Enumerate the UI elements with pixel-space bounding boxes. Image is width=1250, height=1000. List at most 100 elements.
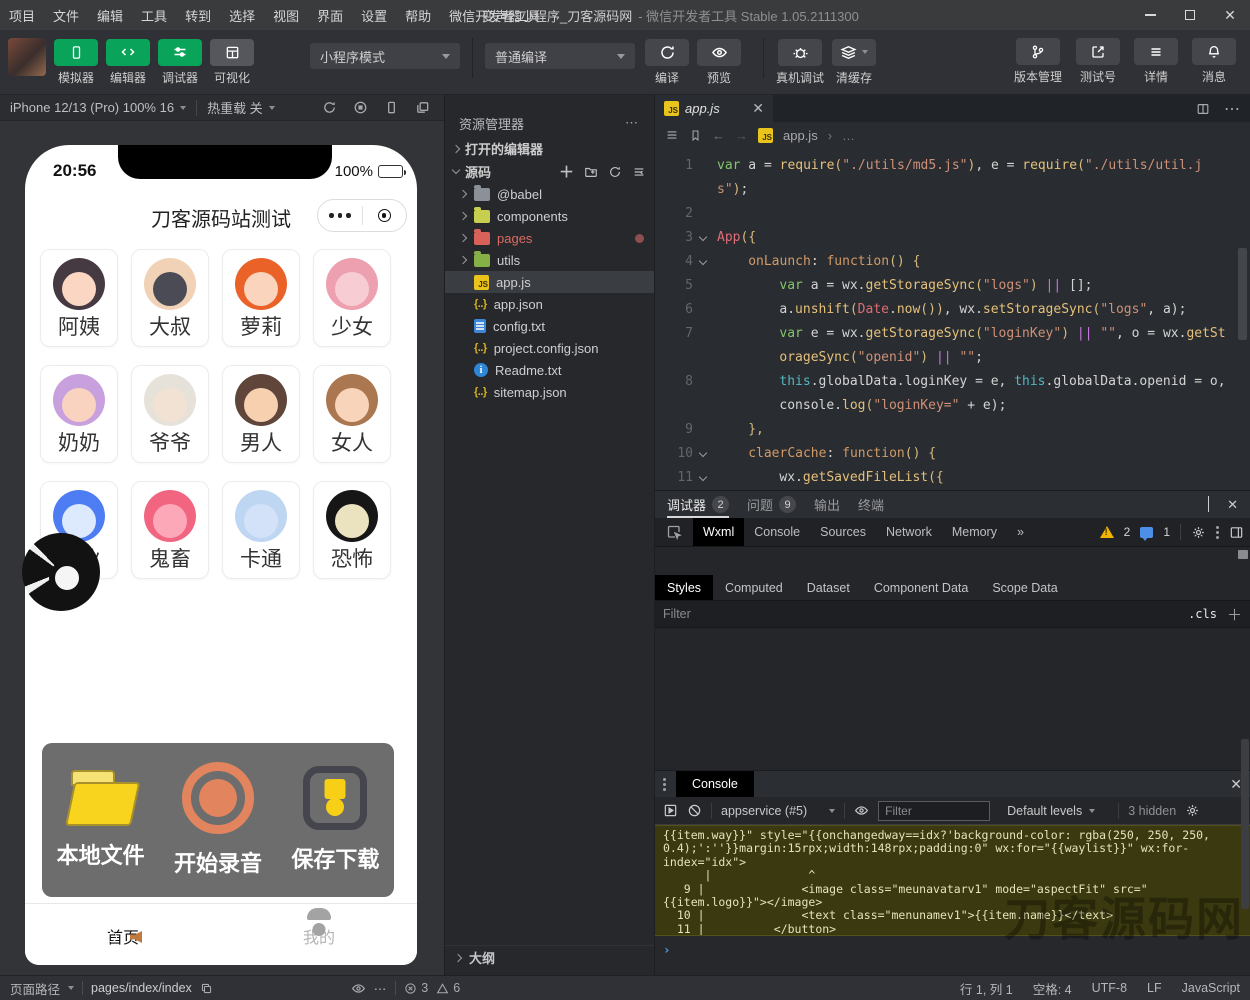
hidden-count[interactable]: 3 hidden [1128,804,1176,818]
record-circle-icon[interactable] [353,100,368,115]
minimize-button[interactable] [1130,0,1170,30]
code-line[interactable]: 10claerCache: function() { [655,442,1250,466]
menu-item-转到[interactable]: 转到 [176,0,220,30]
menu-item-工具[interactable]: 工具 [132,0,176,30]
tree-item-@babel[interactable]: @babel [445,183,654,205]
voice-card-阿姨[interactable]: 阿姨 [40,249,118,347]
voice-card-恐怖[interactable]: 恐怖 [313,481,391,579]
new-file-icon[interactable]: ＋ [559,161,574,182]
console-drawer-tab[interactable]: Console [676,771,754,797]
close-button[interactable]: ✕ [1210,0,1250,30]
menu-item-设置[interactable]: 设置 [352,0,396,30]
menu-item-视图[interactable]: 视图 [264,0,308,30]
panel-scrollbar[interactable] [1238,550,1248,559]
dock-icon[interactable] [1229,525,1244,540]
warning-icon[interactable] [1100,526,1114,538]
menu-item-帮助[interactable]: 帮助 [396,0,440,30]
warning-indicator[interactable]: 6 [436,981,460,995]
new-folder-icon[interactable] [584,165,598,179]
warning-count[interactable]: 2 [1124,525,1131,539]
gear-icon[interactable] [1191,525,1206,540]
styles-tab-Computed[interactable]: Computed [713,575,795,600]
panel-tab-问题[interactable]: 问题9 [747,491,796,518]
toolbar-button-清缓存[interactable]: 清缓存 [832,39,876,86]
error-indicator[interactable]: 3 [404,981,428,995]
drawer-handle-icon[interactable] [663,778,666,791]
close-tab-icon[interactable]: ✕ [752,100,764,117]
voice-card-卡通[interactable]: 卡通 [222,481,300,579]
action-本地文件[interactable]: 本地文件 [42,743,159,897]
toolbar-button-编辑器[interactable]: 编辑器 [106,39,150,86]
nav-back-icon[interactable]: ← [712,128,725,143]
phone-tab-我的[interactable]: 我的 [221,904,417,965]
tree-item-sitemap.json[interactable]: {..}sitemap.json [445,381,654,403]
compile-select[interactable]: 普通编译 [485,43,635,69]
panel-tab-调试器[interactable]: 调试器2 [667,491,729,518]
fold-icon[interactable] [693,442,713,466]
message-icon[interactable] [1140,527,1153,538]
indent-setting[interactable]: 空格: 4 [1033,979,1072,998]
voice-card-萝莉[interactable]: 萝莉 [222,249,300,347]
source-section[interactable]: 源码 ＋ [445,160,654,183]
tree-item-pages[interactable]: pages [445,227,654,249]
tree-item-project.config.json[interactable]: {..}project.config.json [445,337,654,359]
breadcrumb-more[interactable]: … [842,128,855,143]
code-line[interactable]: 8this.globalData.loginKey = e, this.glob… [655,370,1250,418]
device-select[interactable]: iPhone 12/13 (Pro) 100% 16 [0,95,196,120]
multi-window-icon[interactable] [415,100,430,115]
devtools-tab-Console[interactable]: Console [744,518,810,546]
console-prompt[interactable]: › [655,935,1250,975]
devtools-tab-Network[interactable]: Network [876,518,942,546]
eye-icon[interactable] [854,803,869,818]
voice-card-女人[interactable]: 女人 [313,365,391,463]
bookmark-icon[interactable] [689,129,702,142]
code-line[interactable]: 1var a = require("./utils/md5.js"), e = … [655,154,1250,202]
editor-scrollbar[interactable] [1238,248,1247,340]
maximize-button[interactable] [1170,0,1210,30]
action-保存下载[interactable]: 保存下载 [277,743,394,897]
music-disc[interactable] [22,533,100,611]
refresh-icon[interactable] [608,165,622,179]
toolbar-button-消息[interactable]: 消息 [1192,38,1236,85]
panel-tab-输出[interactable]: 输出 [814,491,840,518]
more-menu-icon[interactable] [318,213,362,218]
console-settings-icon[interactable] [1185,803,1200,818]
code-line[interactable]: 7var e = wx.getStorageSync("loginKey") |… [655,322,1250,370]
tree-item-app.json[interactable]: {..}app.json [445,293,654,315]
mode-select[interactable]: 小程序模式 [310,43,460,69]
capsule-close-icon[interactable] [363,209,407,222]
menu-item-编辑[interactable]: 编辑 [88,0,132,30]
editor-tab-appjs[interactable]: JS app.js ✕ [655,95,773,122]
styles-filter-input[interactable] [663,607,1178,621]
toolbar-button-编译[interactable]: 编译 [645,39,689,86]
styles-tab-Styles[interactable]: Styles [655,575,713,600]
editor-more-icon[interactable]: ⋯ [1224,99,1240,119]
menu-item-界面[interactable]: 界面 [308,0,352,30]
hot-reload-toggle[interactable]: 热重载 关 [197,95,285,120]
toolbar-button-真机调试[interactable]: 真机调试 [776,39,824,86]
code-line[interactable]: 9}, [655,418,1250,442]
code-line[interactable]: 11wx.getSavedFileList({ [655,466,1250,490]
devtools-tab-Memory[interactable]: Memory [942,518,1007,546]
encoding-setting[interactable]: UTF-8 [1092,981,1127,995]
message-count[interactable]: 1 [1163,525,1170,539]
breadcrumb-file[interactable]: app.js [783,128,818,143]
tree-item-utils[interactable]: utils [445,249,654,271]
more-tabs-icon[interactable]: » [1009,525,1032,539]
statusbar-more-icon[interactable]: ⋯ [374,981,388,996]
toolbar-button-测试号[interactable]: 测试号 [1076,38,1120,85]
copy-icon[interactable] [200,982,213,995]
action-开始录音[interactable]: 开始录音 [159,743,276,897]
page-path-value[interactable]: pages/index/index [91,981,192,995]
voice-card-鬼畜[interactable]: 鬼畜 [131,481,209,579]
tree-item-app.js[interactable]: JSapp.js [445,271,654,293]
console-levels-select[interactable]: Default levels [1007,804,1095,818]
styles-tab-Scope-Data[interactable]: Scope Data [980,575,1069,600]
clear-console-icon[interactable] [687,803,702,818]
voice-card-少女[interactable]: 少女 [313,249,391,347]
panel-tab-终端[interactable]: 终端 [858,491,884,518]
device-frame-icon[interactable] [384,100,399,115]
menu-item-选择[interactable]: 选择 [220,0,264,30]
console-filter-input[interactable] [878,801,990,821]
collapse-panel-icon[interactable] [1208,497,1209,512]
